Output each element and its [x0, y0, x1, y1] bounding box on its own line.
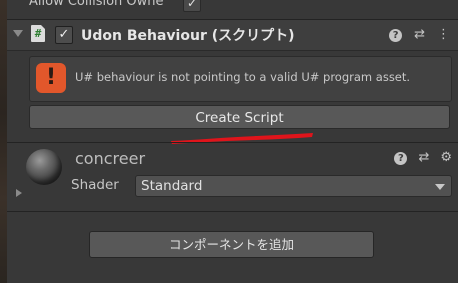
scene-view-edge-tint [0, 0, 7, 283]
material-foldout-arrow-icon[interactable] [16, 189, 22, 197]
divider [7, 142, 458, 143]
material-preset-icon[interactable]: ⇄ [418, 151, 429, 165]
shader-dropdown[interactable]: Standard [135, 175, 452, 197]
allow-collision-row: Allow Collision Owne ✓ [7, 0, 458, 14]
scene-view-edge [0, 0, 7, 283]
component-title: Udon Behaviour (スクリプト) [81, 28, 295, 44]
warning-message: U# behaviour is not pointing to a valid … [75, 70, 411, 84]
material-name: concreer [75, 149, 146, 168]
material-header-icons: ? ⇄ ⚙ [394, 151, 452, 165]
preset-icon[interactable]: ⇄ [414, 28, 425, 42]
shader-label: Shader [71, 177, 119, 193]
script-icon: # [31, 25, 45, 42]
allow-collision-label: Allow Collision Owne [29, 0, 164, 9]
material-settings-gear-icon[interactable]: ⚙ [440, 151, 452, 165]
component-enabled-checkbox[interactable]: ✓ [55, 26, 73, 44]
dropdown-arrow-icon [435, 184, 445, 190]
shader-dropdown-value: Standard [141, 178, 203, 194]
red-underline-annotation [171, 133, 313, 144]
inspector-panel: Allow Collision Owne ✓ # ✓ Udon Behaviou… [7, 0, 458, 283]
foldout-arrow-icon[interactable] [13, 30, 23, 37]
warning-box: ! U# behaviour is not pointing to a vali… [29, 56, 452, 102]
add-component-button[interactable]: コンポーネントを追加 [89, 231, 374, 258]
component-header-icons: ? ⇄ ⋮ [389, 26, 450, 44]
udon-behaviour-header[interactable]: # ✓ Udon Behaviour (スクリプト) ? ⇄ ⋮ [7, 20, 458, 51]
material-help-icon[interactable]: ? [394, 151, 408, 165]
create-script-button[interactable]: Create Script [29, 105, 450, 129]
error-icon: ! [36, 63, 66, 93]
divider [7, 211, 458, 212]
help-icon[interactable]: ? [389, 28, 403, 42]
context-menu-icon[interactable]: ⋮ [437, 28, 450, 42]
allow-collision-checkbox[interactable]: ✓ [183, 0, 201, 12]
material-preview-sphere[interactable] [26, 149, 62, 185]
